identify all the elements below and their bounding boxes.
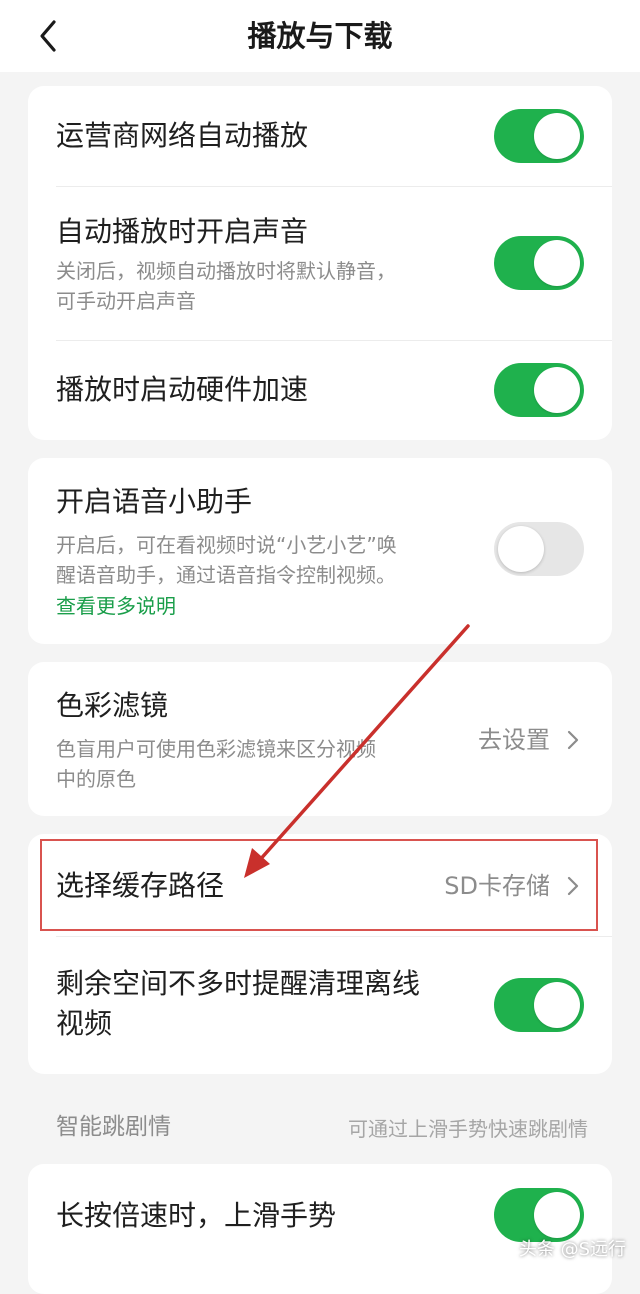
storage-reminder-toggle[interactable] xyxy=(494,978,584,1032)
toggle-knob xyxy=(534,1192,580,1238)
annotation-highlight-box xyxy=(40,839,598,931)
setting-title: 运营商网络自动播放 xyxy=(56,119,309,152)
page-title: 播放与下载 xyxy=(247,19,393,53)
chevron-right-icon xyxy=(567,730,579,750)
toggle-knob xyxy=(534,240,580,286)
setting-subtitle: 关闭后，视频自动播放时将默认静音， xyxy=(56,259,396,283)
setting-subtitle: 中的原色 xyxy=(56,767,136,791)
setting-subtitle: 醒语音助手，通过语音指令控制视频。 xyxy=(56,563,396,587)
voice-assistant-card: 开启语音小助手 开启后，可在看视频时说“小艺小艺”唤 醒语音助手，通过语音指令控… xyxy=(28,458,612,644)
gesture-card: 长按倍速时，上滑手势 xyxy=(28,1164,612,1294)
hardware-acceleration-toggle[interactable] xyxy=(494,363,584,417)
setting-title: 剩余空间不多时提醒清理离线 xyxy=(56,967,421,1000)
setting-title: 色彩滤镜 xyxy=(56,689,169,722)
setting-subtitle: 可手动开启声音 xyxy=(56,289,196,313)
see-more-link[interactable]: 查看更多说明 xyxy=(56,591,176,621)
setting-row-autoplay-sound[interactable]: 自动播放时开启声音 关闭后，视频自动播放时将默认静音， 可手动开启声音 xyxy=(28,186,612,340)
section-hint: 可通过上滑手势快速跳剧情 xyxy=(348,1117,588,1141)
voice-assistant-toggle[interactable] xyxy=(494,522,584,576)
setting-title: 自动播放时开启声音 xyxy=(56,215,309,248)
top-bar: 播放与下载 xyxy=(0,0,640,72)
setting-row-hardware-acceleration[interactable]: 播放时启动硬件加速 xyxy=(28,340,612,440)
section-header: 智能跳剧情 xyxy=(56,1114,171,1140)
setting-title: 播放时启动硬件加速 xyxy=(56,373,309,406)
setting-row-cellular-autoplay[interactable]: 运营商网络自动播放 xyxy=(28,86,612,186)
toggle-knob xyxy=(534,113,580,159)
setting-subtitle: 色盲用户可使用色彩滤镜来区分视频 xyxy=(56,737,376,761)
setting-subtitle: 开启后，可在看视频时说“小艺小艺”唤 xyxy=(56,533,397,557)
setting-title: 开启语音小助手 xyxy=(56,485,253,518)
cellular-autoplay-toggle[interactable] xyxy=(494,109,584,163)
color-filter-card[interactable]: 色彩滤镜 色盲用户可使用色彩滤镜来区分视频 中的原色 去设置 xyxy=(28,662,612,816)
toggle-knob xyxy=(534,367,580,413)
toggle-knob xyxy=(498,526,544,572)
autoplay-sound-toggle[interactable] xyxy=(494,236,584,290)
toggle-knob xyxy=(534,982,580,1028)
watermark: 头条 @S远行 xyxy=(518,1239,626,1260)
autoplay-settings-card: 运营商网络自动播放 自动播放时开启声音 关闭后，视频自动播放时将默认静音， 可手… xyxy=(28,86,612,440)
setting-title: 视频 xyxy=(56,1007,113,1040)
speed-swipe-toggle[interactable] xyxy=(494,1188,584,1242)
color-filter-value: 去设置 xyxy=(478,726,550,754)
setting-title: 长按倍速时，上滑手势 xyxy=(56,1199,337,1232)
setting-row-storage-reminder[interactable]: 剩余空间不多时提醒清理离线 视频 xyxy=(28,936,612,1074)
